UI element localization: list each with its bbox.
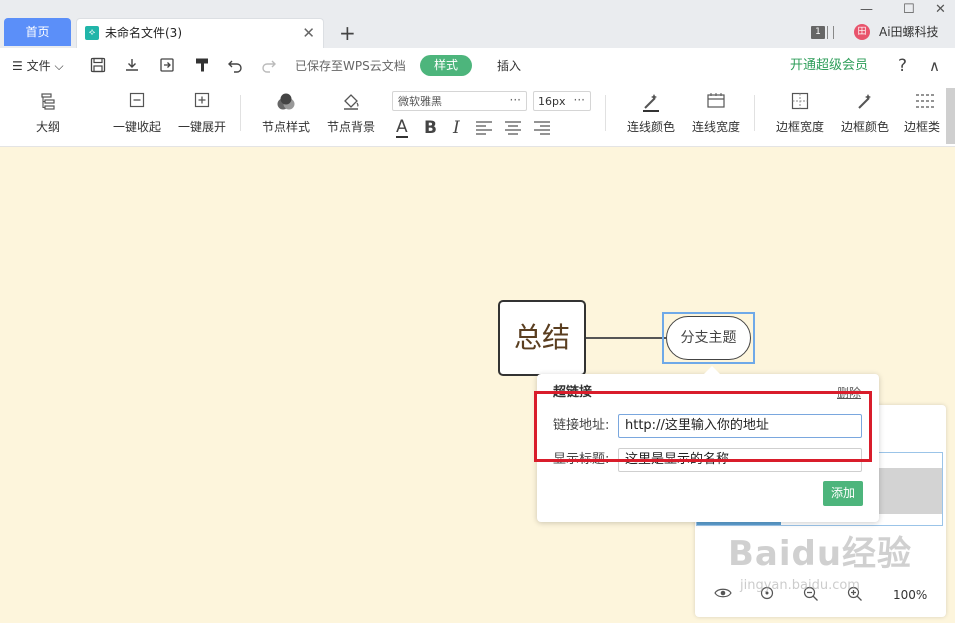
ribbon-divider (754, 95, 755, 131)
help-icon[interactable]: ? (898, 57, 907, 75)
close-tab-icon[interactable]: ✕ (302, 24, 315, 42)
mindmap-file-icon: ⟡ (85, 26, 99, 40)
export-icon[interactable] (159, 57, 175, 77)
tab-document-title: 未命名文件(3) (105, 26, 182, 40)
add-tab-icon[interactable]: + (339, 22, 356, 44)
watermark-logo: Baidu经验 (728, 534, 913, 574)
collapse-all-button[interactable]: 一键收起 (111, 92, 163, 135)
tab-style[interactable]: 样式 (420, 55, 472, 76)
italic-icon[interactable]: I (453, 118, 460, 138)
watermark-url: jingyan.baidu.com (740, 578, 860, 593)
minus-square-icon (111, 92, 163, 114)
avatar[interactable]: 田 (854, 24, 870, 40)
align-center-icon[interactable] (504, 120, 522, 139)
hamburger-icon: ☰ (12, 59, 23, 73)
file-menu[interactable]: ☰ 文件 ⌵ (12, 57, 64, 75)
border-width-icon (774, 92, 826, 114)
chevron-down-icon: ⌵ (54, 59, 64, 73)
save-icon[interactable] (90, 57, 106, 77)
align-right-icon[interactable] (533, 120, 551, 139)
undo-icon[interactable] (227, 57, 243, 77)
page-bars-icon (827, 26, 834, 39)
maximize-icon[interactable]: ☐ (903, 2, 915, 17)
more-icon: ··· (573, 93, 585, 107)
ribbon-divider (240, 95, 241, 131)
collapse-ribbon-icon[interactable]: ∧ (929, 57, 940, 75)
window-close-icon[interactable]: ✕ (935, 2, 946, 17)
font-size-select[interactable]: 16px ··· (533, 91, 591, 111)
ribbon-divider (605, 95, 606, 131)
add-button[interactable]: 添加 (823, 481, 863, 506)
download-icon[interactable] (124, 57, 140, 77)
redo-icon (261, 57, 277, 77)
node-background-button[interactable]: 节点背景 (325, 92, 377, 135)
line-width-button[interactable]: 连线宽度 (690, 92, 742, 135)
branch-topic[interactable]: 分支主题 (666, 316, 751, 360)
outline-icon (32, 92, 64, 114)
eye-icon[interactable] (714, 586, 732, 604)
dialog-pointer (704, 366, 720, 374)
line-width-icon (690, 92, 742, 114)
line-color-button[interactable]: 连线颜色 (625, 92, 677, 135)
tab-insert[interactable]: 插入 (497, 58, 521, 74)
minimize-icon[interactable]: — (860, 2, 873, 17)
more-icon: ··· (509, 93, 521, 107)
border-type-button[interactable]: 边框类 (904, 92, 946, 135)
plus-square-icon (176, 92, 228, 114)
expand-all-button[interactable]: 一键展开 (176, 92, 228, 135)
border-color-button[interactable]: 边框颜色 (839, 92, 891, 135)
border-color-icon (839, 92, 891, 114)
font-family-select[interactable]: 微软雅黑 ··· (392, 91, 527, 111)
user-name[interactable]: Ai田螺科技 (879, 24, 939, 40)
zoom-level: 100% (893, 588, 928, 602)
tab-home[interactable]: 首页 (4, 18, 71, 46)
format-painter-icon[interactable] (194, 57, 210, 77)
page-count-icon[interactable]: 1 (811, 26, 825, 39)
align-left-icon[interactable] (475, 120, 493, 139)
save-status: 已保存至WPS云文档 (295, 59, 406, 73)
central-topic[interactable]: 总结 (498, 300, 586, 376)
font-color-icon[interactable]: A (396, 118, 408, 138)
vip-link[interactable]: 开通超级会员 (790, 57, 868, 75)
node-style-button[interactable]: 节点样式 (260, 92, 312, 135)
highlight-box (534, 391, 872, 462)
line-color-icon (625, 92, 677, 114)
bold-icon[interactable]: B (424, 118, 437, 138)
node-style-icon (260, 92, 312, 114)
file-menu-label: 文件 (26, 59, 51, 73)
topic-connector (586, 337, 666, 339)
outline-button[interactable]: 大纲 (32, 92, 64, 135)
tab-document[interactable]: ⟡ 未命名文件(3) ✕ (76, 18, 324, 48)
border-width-button[interactable]: 边框宽度 (774, 92, 826, 135)
paint-bucket-icon (325, 92, 377, 114)
border-type-icon (904, 92, 946, 114)
ribbon-scroll-handle[interactable] (946, 88, 955, 144)
